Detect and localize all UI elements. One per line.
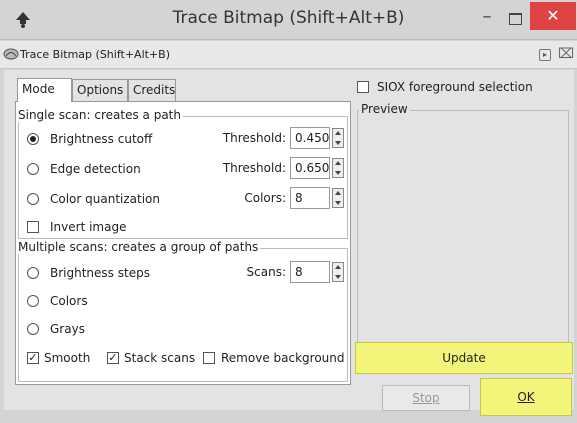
dock-icon[interactable]: ▸ [539,49,551,61]
invert-image-checkbox[interactable] [27,221,39,233]
maximize-icon [509,13,522,25]
threshold-label: Threshold: [222,131,286,145]
stack-scans-label: Stack scans [124,351,196,365]
scans-stepper[interactable] [332,262,344,282]
siox-label: SIOX foreground selection [377,80,533,94]
brightness-steps-label: Brightness steps [50,266,150,280]
minimize-button[interactable]: – [474,6,500,32]
brightness-cutoff-label: Brightness cutoff [50,132,153,146]
remove-background-checkbox[interactable] [203,352,215,364]
tab-options[interactable]: Options [72,79,128,101]
edge-threshold-stepper[interactable] [332,158,344,178]
siox-checkbox[interactable] [357,81,369,93]
multi-scan-label: Multiple scans: creates a group of paths [16,240,261,254]
edge-threshold-input[interactable]: 0.650 [290,157,330,179]
ok-button[interactable]: OK [480,378,572,416]
smooth-checkbox[interactable]: ✓ [27,352,39,364]
brightness-threshold-stepper[interactable] [332,128,344,148]
edge-detection-label: Edge detection [50,162,141,176]
color-quantization-label: Color quantization [50,192,161,206]
colors-radio[interactable] [27,295,39,307]
tab-credits[interactable]: Credits [128,79,176,101]
ok-button-label: OK [517,390,535,404]
stop-button-label: Stop [412,391,440,405]
grays-radio[interactable] [27,323,39,335]
preview-frame [357,110,569,344]
update-button[interactable]: Update [355,342,573,374]
remove-background-label: Remove background [221,351,345,365]
color-quantization-radio[interactable] [27,193,39,205]
preview-label: Preview [359,102,410,116]
close-icon[interactable]: ⌧ [558,46,574,62]
trace-bitmap-icon [3,46,19,62]
edge-detection-radio[interactable] [27,163,39,175]
smooth-label: Smooth [44,351,91,365]
colors-option-label: Colors [50,294,88,308]
single-scan-label: Single scan: creates a path [16,108,183,122]
threshold-label: Threshold: [222,161,286,175]
tab-mode[interactable]: Mode [17,78,72,102]
maximize-button[interactable] [502,6,528,32]
invert-image-label: Invert image [50,220,127,234]
scans-input[interactable]: 8 [290,261,330,283]
close-button[interactable]: ✕ [530,2,576,30]
stop-button[interactable]: Stop [382,385,470,411]
colors-input[interactable]: 8 [290,187,330,209]
grays-label: Grays [50,322,85,336]
colors-label: Colors: [244,191,286,205]
mode-panel: Single scan: creates a path Brightness c… [15,101,351,385]
colors-stepper[interactable] [332,188,344,208]
brightness-steps-radio[interactable] [27,267,39,279]
brightness-threshold-input[interactable]: 0.450 [290,127,330,149]
scans-label: Scans: [246,265,286,279]
stack-scans-checkbox[interactable]: ✓ [107,352,119,364]
dialog-title: Trace Bitmap (Shift+Alt+B) [20,48,170,61]
brightness-cutoff-radio[interactable] [27,133,39,145]
